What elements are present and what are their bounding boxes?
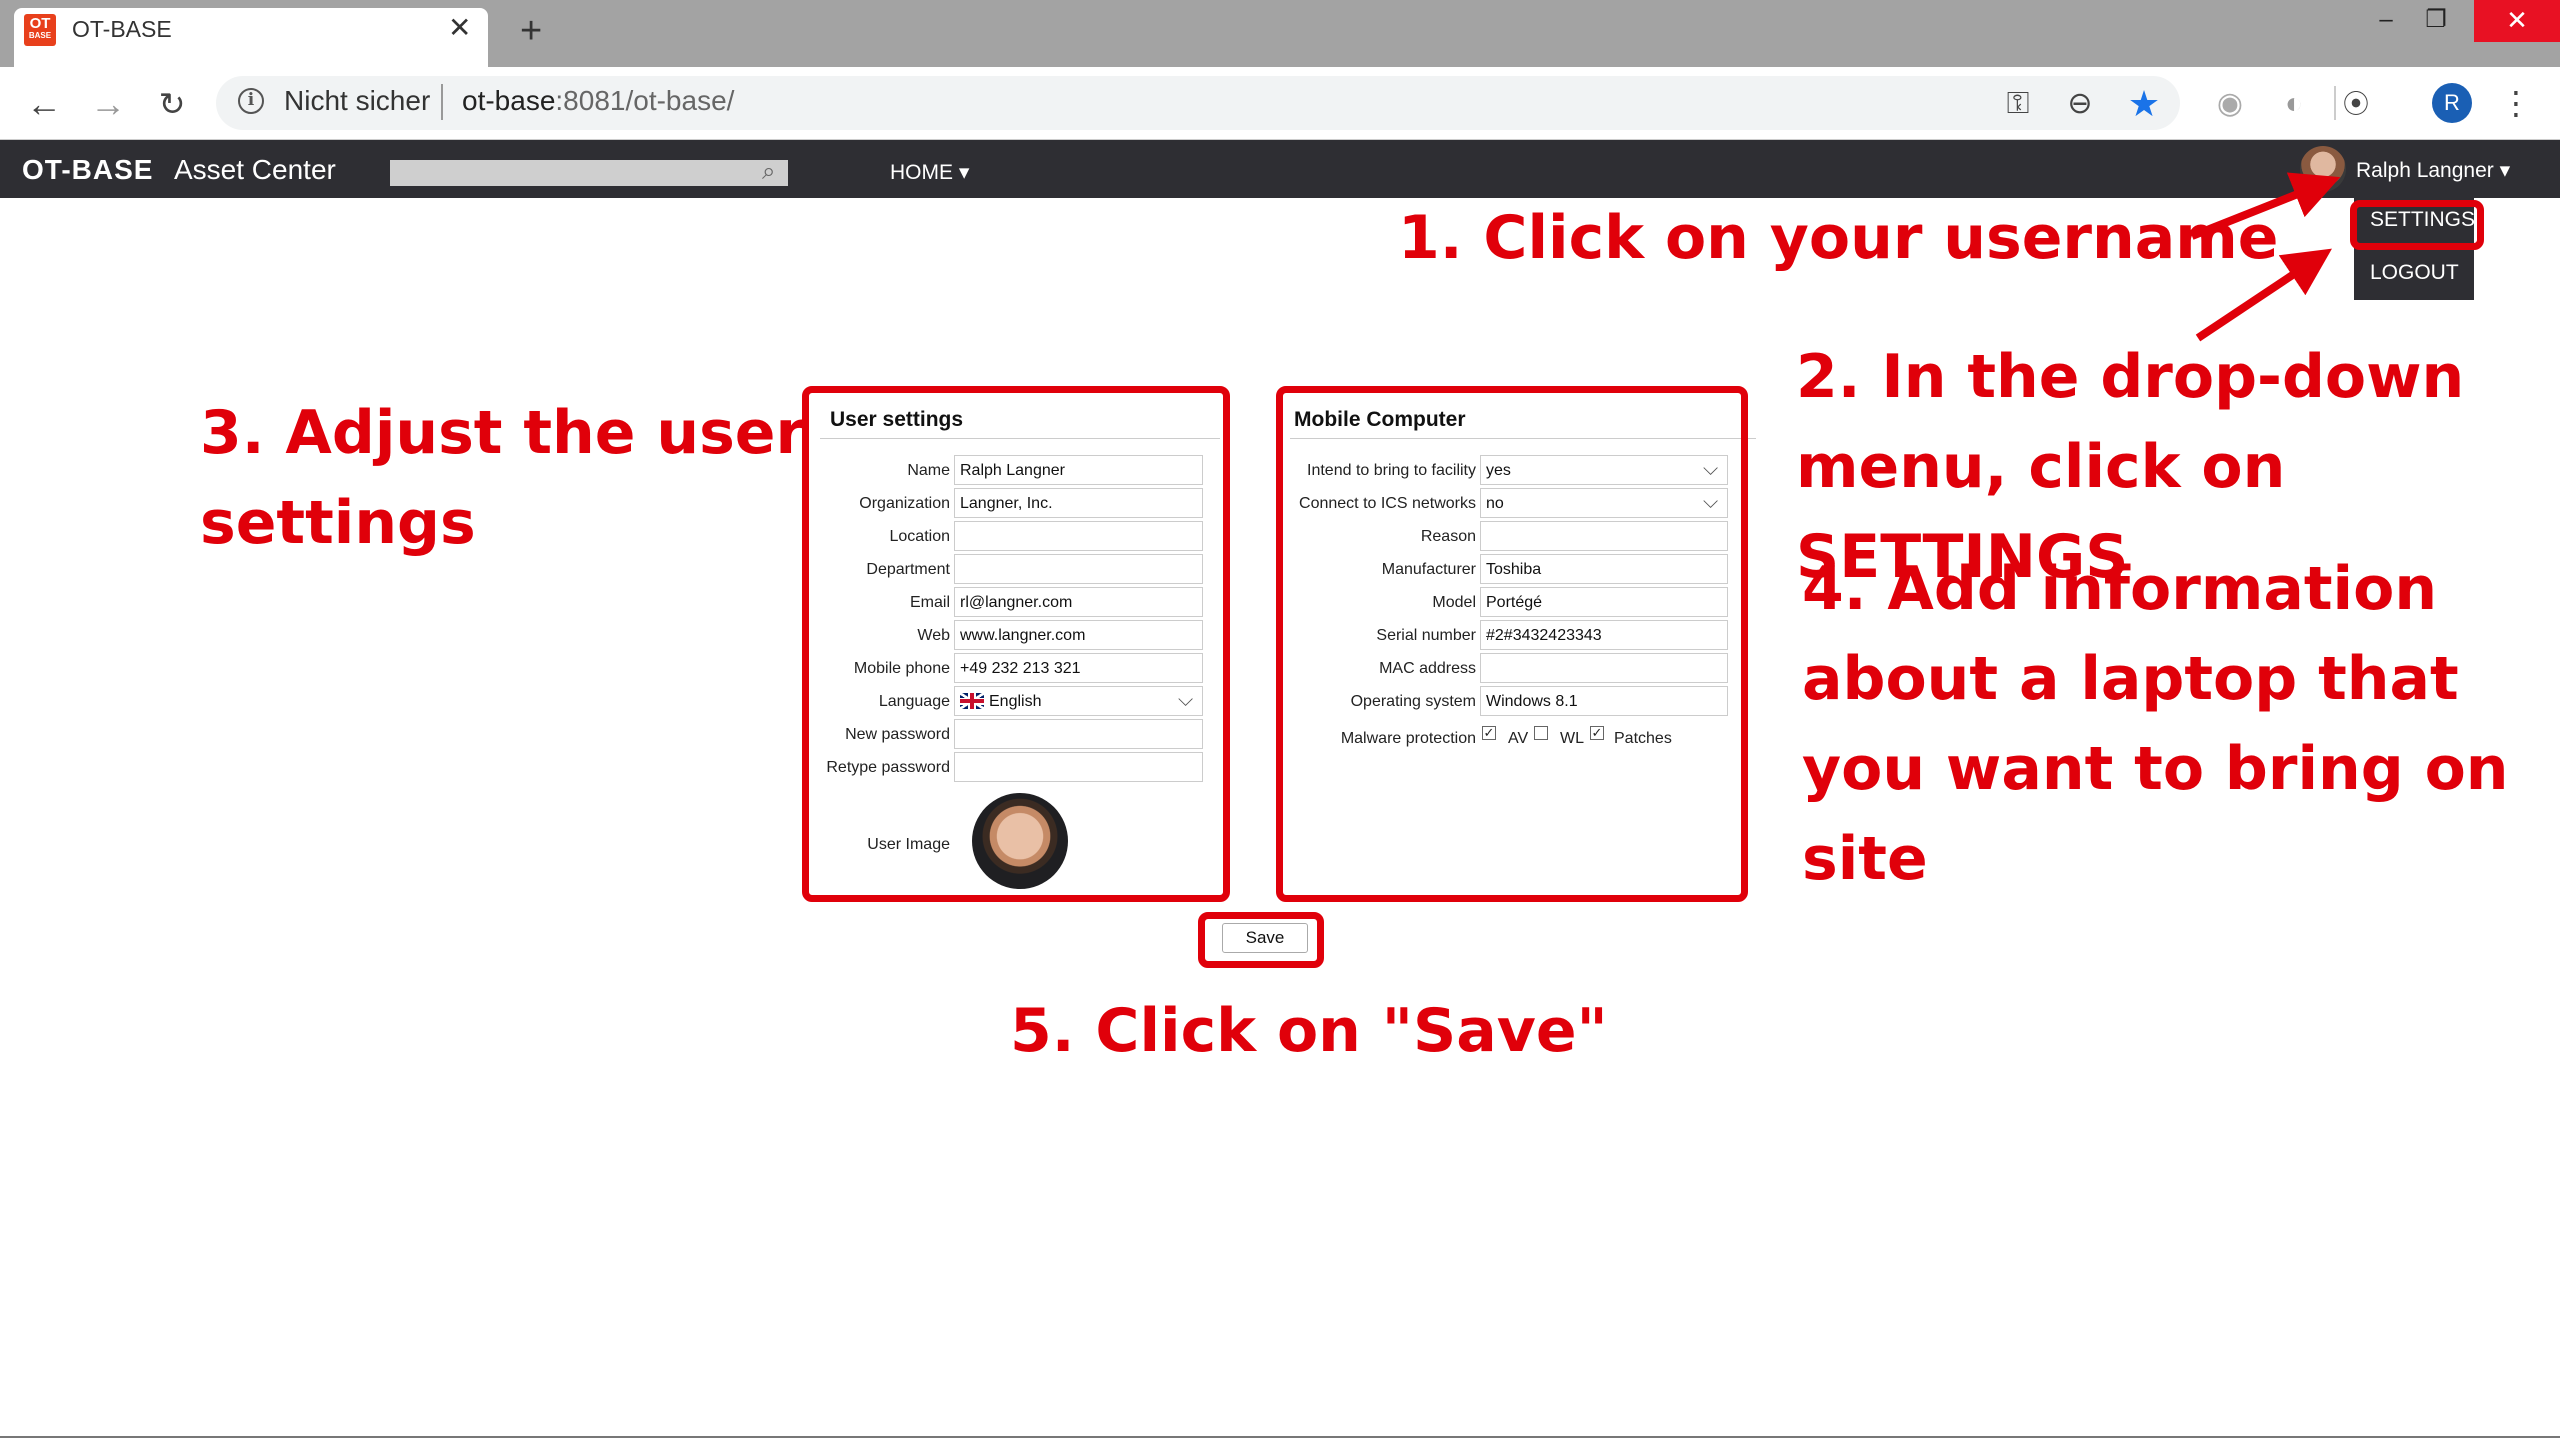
step4-note-line4: site — [1802, 824, 1928, 894]
step2-note-line1: 2. In the drop-down — [1796, 342, 2465, 412]
step5-note: 5. Click on "Save" — [1010, 996, 1608, 1066]
bottom-border — [0, 1436, 2560, 1438]
step4-note-line3: you want to bring on — [1802, 734, 2509, 804]
step4-note-line1: 4. Add information — [1802, 554, 2438, 624]
step3-note-line2: settings — [200, 488, 476, 558]
step4-note-line2: about a laptop that — [1802, 644, 2459, 714]
step1-note: 1. Click on your username — [1398, 203, 2279, 273]
step3-note-line1: 3. Adjust the user — [200, 398, 806, 468]
